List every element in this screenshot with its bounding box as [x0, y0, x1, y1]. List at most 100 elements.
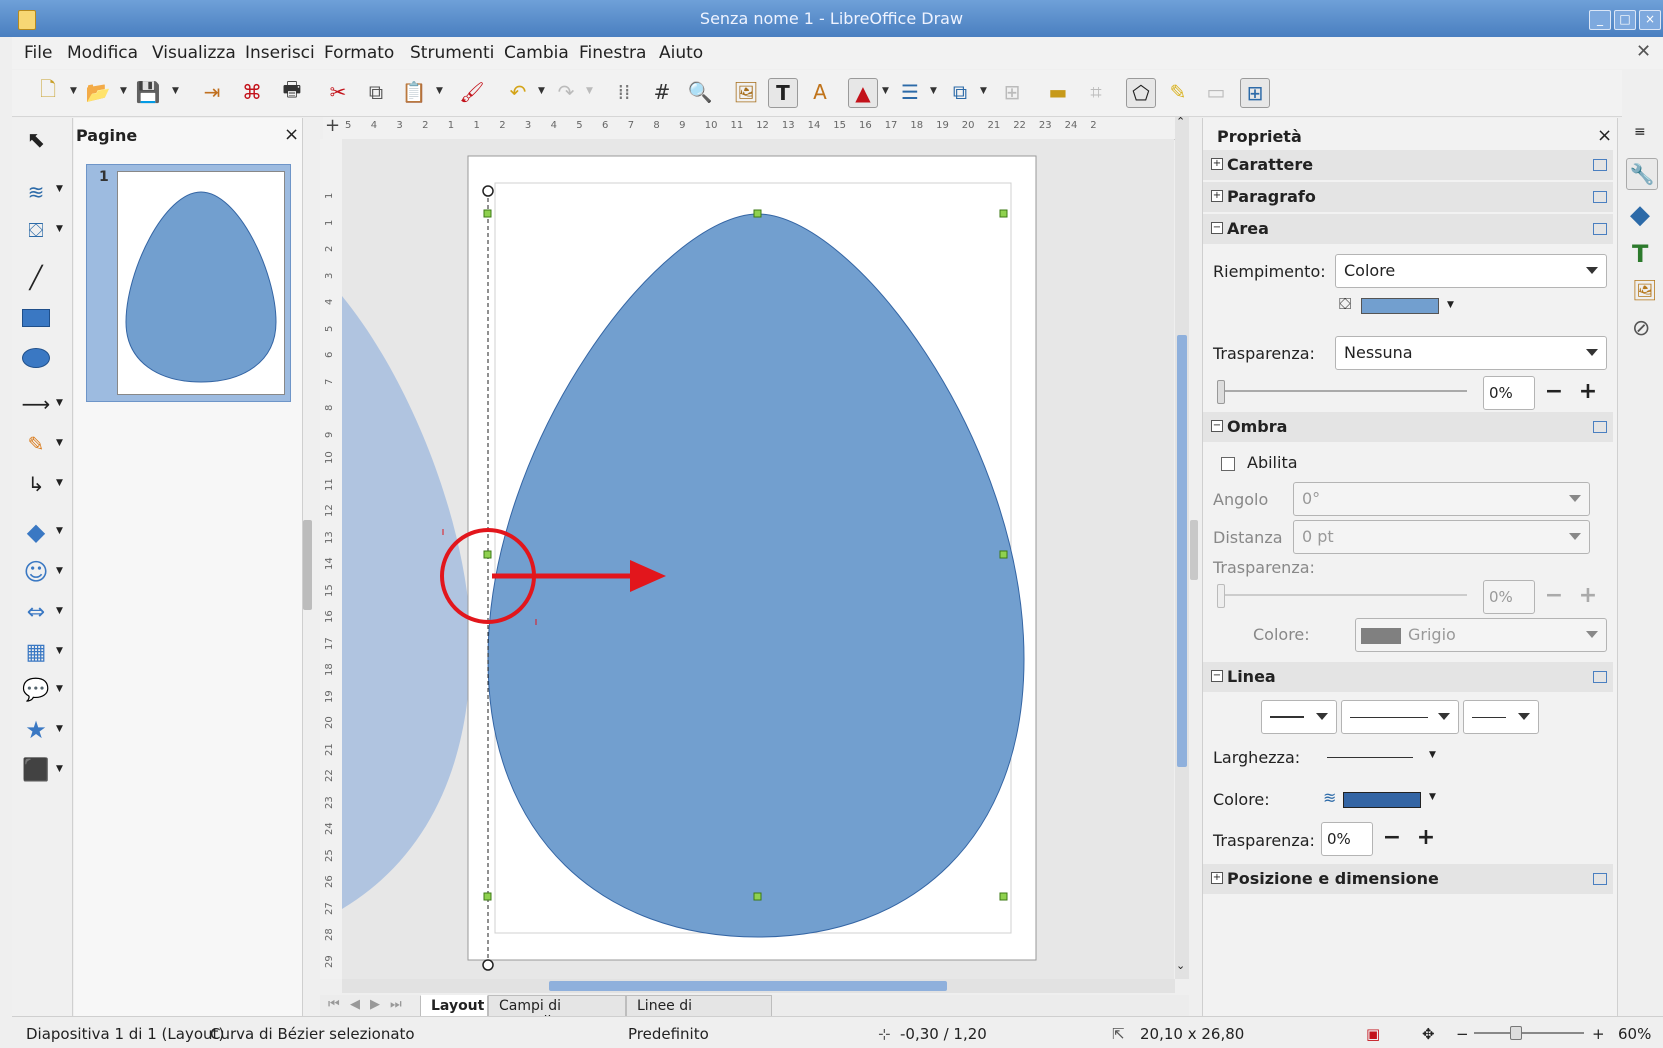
arrange-icon[interactable]: ⧉ [946, 78, 974, 106]
vertical-scroll-thumb[interactable] [1177, 335, 1187, 767]
area-transparency-slider[interactable] [1217, 390, 1467, 392]
section-linea[interactable]: − Linea [1203, 662, 1613, 692]
control-point-bottom[interactable] [482, 959, 494, 971]
zoom-slider[interactable] [1474, 1032, 1584, 1034]
export-pdf-icon[interactable]: ⌘ [238, 78, 266, 106]
new-document-icon[interactable]: 🗋 [34, 77, 62, 106]
basic-shapes-icon[interactable]: ◆ [20, 518, 52, 546]
horizontal-scroll-thumb[interactable] [549, 981, 947, 991]
section-posizione-e-dimensione[interactable]: + Posizione e dimensione [1203, 864, 1613, 894]
area-increase-button[interactable]: + [1575, 378, 1601, 408]
3d-effects-icon[interactable]: ▲ [848, 78, 878, 108]
pane-splitter[interactable] [303, 520, 312, 610]
glue-points-icon[interactable]: ✎ [1164, 78, 1192, 106]
handle-top-center[interactable] [753, 209, 762, 218]
line-increase-button[interactable]: + [1413, 824, 1439, 854]
area-transparency-select[interactable]: Nessuna [1335, 336, 1607, 370]
arrow-line-icon[interactable]: ⟶ [20, 390, 52, 418]
paste-icon[interactable]: 📋 [400, 78, 428, 106]
zoom-out-icon[interactable]: − [1456, 1025, 1469, 1043]
copy-icon[interactable]: ⧉ [362, 78, 390, 106]
area-decrease-button[interactable]: − [1541, 378, 1567, 408]
control-point-top[interactable] [482, 185, 494, 197]
handle-bottom-right[interactable] [999, 892, 1008, 901]
print-icon[interactable]: 🖶 [278, 77, 306, 106]
points-icon[interactable]: ⬠ [1126, 78, 1156, 108]
tab-nav-last[interactable]: ⏭ [390, 997, 402, 1012]
more-options-icon[interactable] [1593, 191, 1607, 203]
page-thumbnail[interactable]: 1 [86, 164, 291, 402]
gallery-deck-icon[interactable]: 🖼 [1632, 278, 1657, 302]
flowchart-icon[interactable]: ▦ [20, 638, 52, 666]
section-area[interactable]: − Area [1203, 214, 1613, 244]
minimize-button[interactable]: _ [1589, 10, 1611, 30]
more-options-icon[interactable] [1593, 159, 1607, 171]
properties-deck-icon[interactable]: 🔧 [1626, 158, 1658, 190]
shadow-enable-checkbox[interactable] [1221, 457, 1235, 471]
handle-top-left[interactable] [483, 209, 492, 218]
menu-aiuto[interactable]: Aiuto [659, 43, 703, 63]
tab-linee-di-quotatura[interactable]: Linee di quotatura [626, 995, 772, 1030]
cut-icon[interactable]: ✂ [324, 78, 352, 106]
vertical-scrollbar[interactable]: ⌃ ⌄ [1175, 115, 1189, 979]
tab-nav-prev[interactable]: ◀ [350, 997, 360, 1012]
rectangle-tool-icon[interactable] [20, 304, 52, 332]
handle-middle-right[interactable] [999, 550, 1008, 559]
vertical-ruler[interactable]: 1 1 2 3 4 5 6 7 8 9 10 11 12 13 14 15 16 17 18 19 20 21 22 23 24… [320, 139, 343, 979]
3d-objects-icon[interactable]: ⬛ [20, 756, 52, 784]
line-transparency-field[interactable]: 0% [1321, 822, 1373, 856]
tab-layout[interactable]: Layout [420, 995, 488, 1017]
tab-campi-di-controllo[interactable]: Campi di controllo [488, 995, 626, 1030]
styles-deck-icon[interactable]: ◆ [1630, 200, 1650, 230]
connector-tool-icon[interactable]: ↳ [20, 470, 52, 498]
menu-strumenti[interactable]: Strumenti [410, 43, 494, 63]
zoom-in-icon[interactable]: + [1592, 1025, 1605, 1043]
canvas-drawing[interactable] [342, 139, 1174, 979]
stars-icon[interactable]: ★ [20, 716, 52, 744]
select-arrow-icon[interactable]: ⬉ [20, 126, 52, 154]
tab-nav-next[interactable]: ▶ [370, 997, 380, 1012]
sidebar-toggle-icon[interactable]: ⊞ [1240, 78, 1270, 108]
pages-pane-close-icon[interactable]: × [284, 124, 299, 145]
line-color-icon[interactable]: ≋ [20, 178, 52, 206]
line-width-preview[interactable] [1327, 757, 1413, 758]
line-tool-icon[interactable]: ╱ [20, 264, 52, 292]
handle-middle-left[interactable] [483, 550, 492, 559]
handle-top-right[interactable] [999, 209, 1008, 218]
line-dash-select[interactable] [1341, 700, 1459, 734]
horizontal-ruler[interactable]: + 5 4 3 2 1 1 2 3 4 5 6 7 8 9 10 11 12 13 14 15 16 17 18 19 20 21… [323, 117, 1175, 140]
menu-modifica[interactable]: Modifica [67, 43, 138, 63]
menu-finestra[interactable]: Finestra [579, 43, 646, 63]
sidebar-close-icon[interactable]: × [1597, 125, 1612, 146]
section-ombra[interactable]: − Ombra [1203, 412, 1613, 442]
drawing-canvas[interactable] [342, 139, 1174, 979]
shadow-distance-select[interactable]: 0 pt [1293, 520, 1590, 554]
handle-bottom-left[interactable] [483, 892, 492, 901]
save-icon[interactable]: 💾 [134, 78, 162, 106]
more-options-icon[interactable] [1593, 873, 1607, 885]
area-slider-thumb[interactable] [1217, 380, 1225, 404]
menu-visualizza[interactable]: Visualizza [152, 43, 236, 63]
line-color-swatch[interactable] [1343, 792, 1421, 808]
document-modified-icon[interactable]: ▣ [1366, 1025, 1380, 1043]
fill-color-swatch[interactable] [1361, 298, 1439, 314]
text-deck-icon[interactable]: T [1632, 240, 1648, 268]
navigator-deck-icon[interactable]: ⊘ [1632, 316, 1650, 341]
curve-tool-icon[interactable]: ✎ [20, 430, 52, 458]
sidebar-splitter[interactable] [1190, 520, 1198, 580]
zoom-slider-thumb[interactable] [1510, 1026, 1522, 1040]
fit-page-icon[interactable]: ✥ [1422, 1025, 1435, 1043]
close-window-button[interactable]: × [1639, 10, 1661, 30]
block-arrows-icon[interactable]: ⇔ [20, 598, 52, 626]
menu-cambia[interactable]: Cambia [504, 43, 569, 63]
menu-inserisci[interactable]: Inserisci [245, 43, 315, 63]
shadow-angle-select[interactable]: 0° [1293, 482, 1590, 516]
ellipse-tool-icon[interactable] [20, 344, 52, 372]
open-folder-icon[interactable]: 📂 [84, 78, 112, 106]
line-width-dropdown-icon[interactable]: ▼ [1429, 750, 1436, 760]
line-style-select[interactable] [1261, 700, 1337, 734]
export-icon[interactable]: ⇥ [198, 78, 226, 106]
align-objects-icon[interactable]: ☰ [896, 78, 924, 106]
callouts-icon[interactable]: 💬 [20, 676, 52, 704]
horizontal-scrollbar[interactable] [342, 979, 1175, 993]
